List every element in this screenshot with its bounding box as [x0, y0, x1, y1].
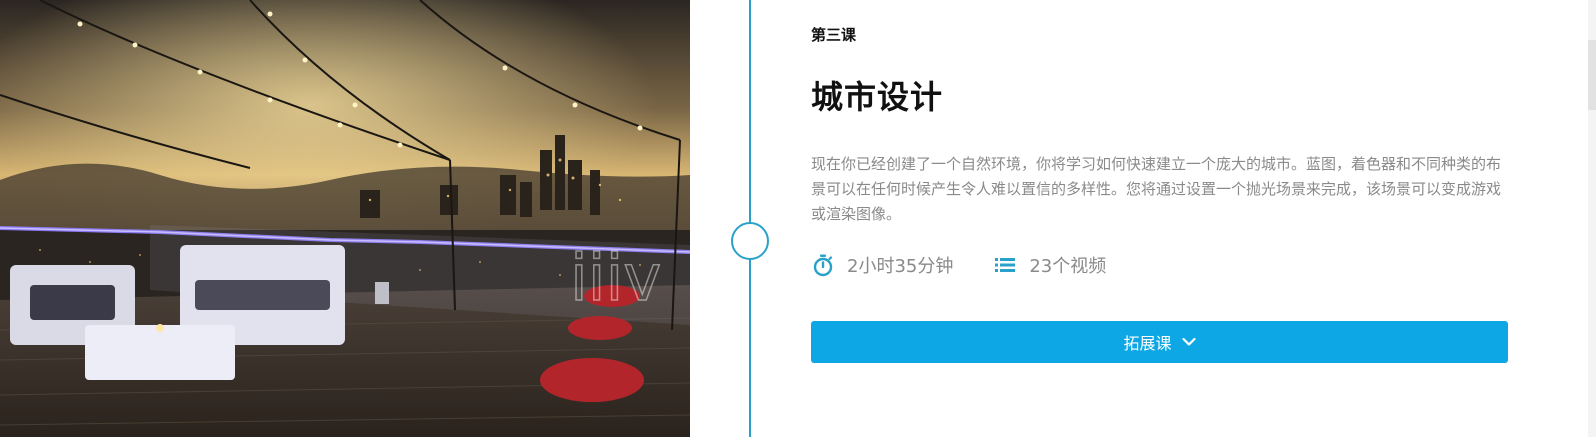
rooftop-scene-illustration: iiiv: [0, 0, 690, 437]
chevron-down-icon: [1181, 337, 1196, 347]
expand-lesson-label: 拓展课: [1123, 334, 1172, 353]
list-icon: [993, 253, 1017, 277]
duration-meta: 2小时35分钟: [811, 252, 953, 278]
video-count-meta: 23个视频: [993, 252, 1106, 278]
expand-lesson-button[interactable]: 拓展课: [811, 321, 1508, 363]
lesson-hero-image: iiiv: [0, 0, 690, 437]
lesson-number: 第三课: [811, 26, 857, 44]
timeline-line: [749, 0, 751, 437]
stopwatch-icon: [811, 253, 835, 277]
lesson-meta: 2小时35分钟 23个视频: [811, 252, 1106, 278]
lesson-card: iiiv 第三课 城市设计 现在你已经创建了一个自然环境，你将学习如何快速建立一…: [0, 0, 1596, 437]
scrollbar-thumb[interactable]: [1588, 40, 1596, 110]
watermark-text: iiiv: [570, 242, 661, 316]
lesson-description: 现在你已经创建了一个自然环境，你将学习如何快速建立一个庞大的城市。蓝图，着色器和…: [811, 155, 1502, 223]
duration-text: 2小时35分钟: [847, 256, 954, 277]
video-count-text: 23个视频: [1029, 256, 1107, 277]
timeline-node: [731, 222, 769, 260]
lesson-title: 城市设计: [811, 78, 944, 116]
